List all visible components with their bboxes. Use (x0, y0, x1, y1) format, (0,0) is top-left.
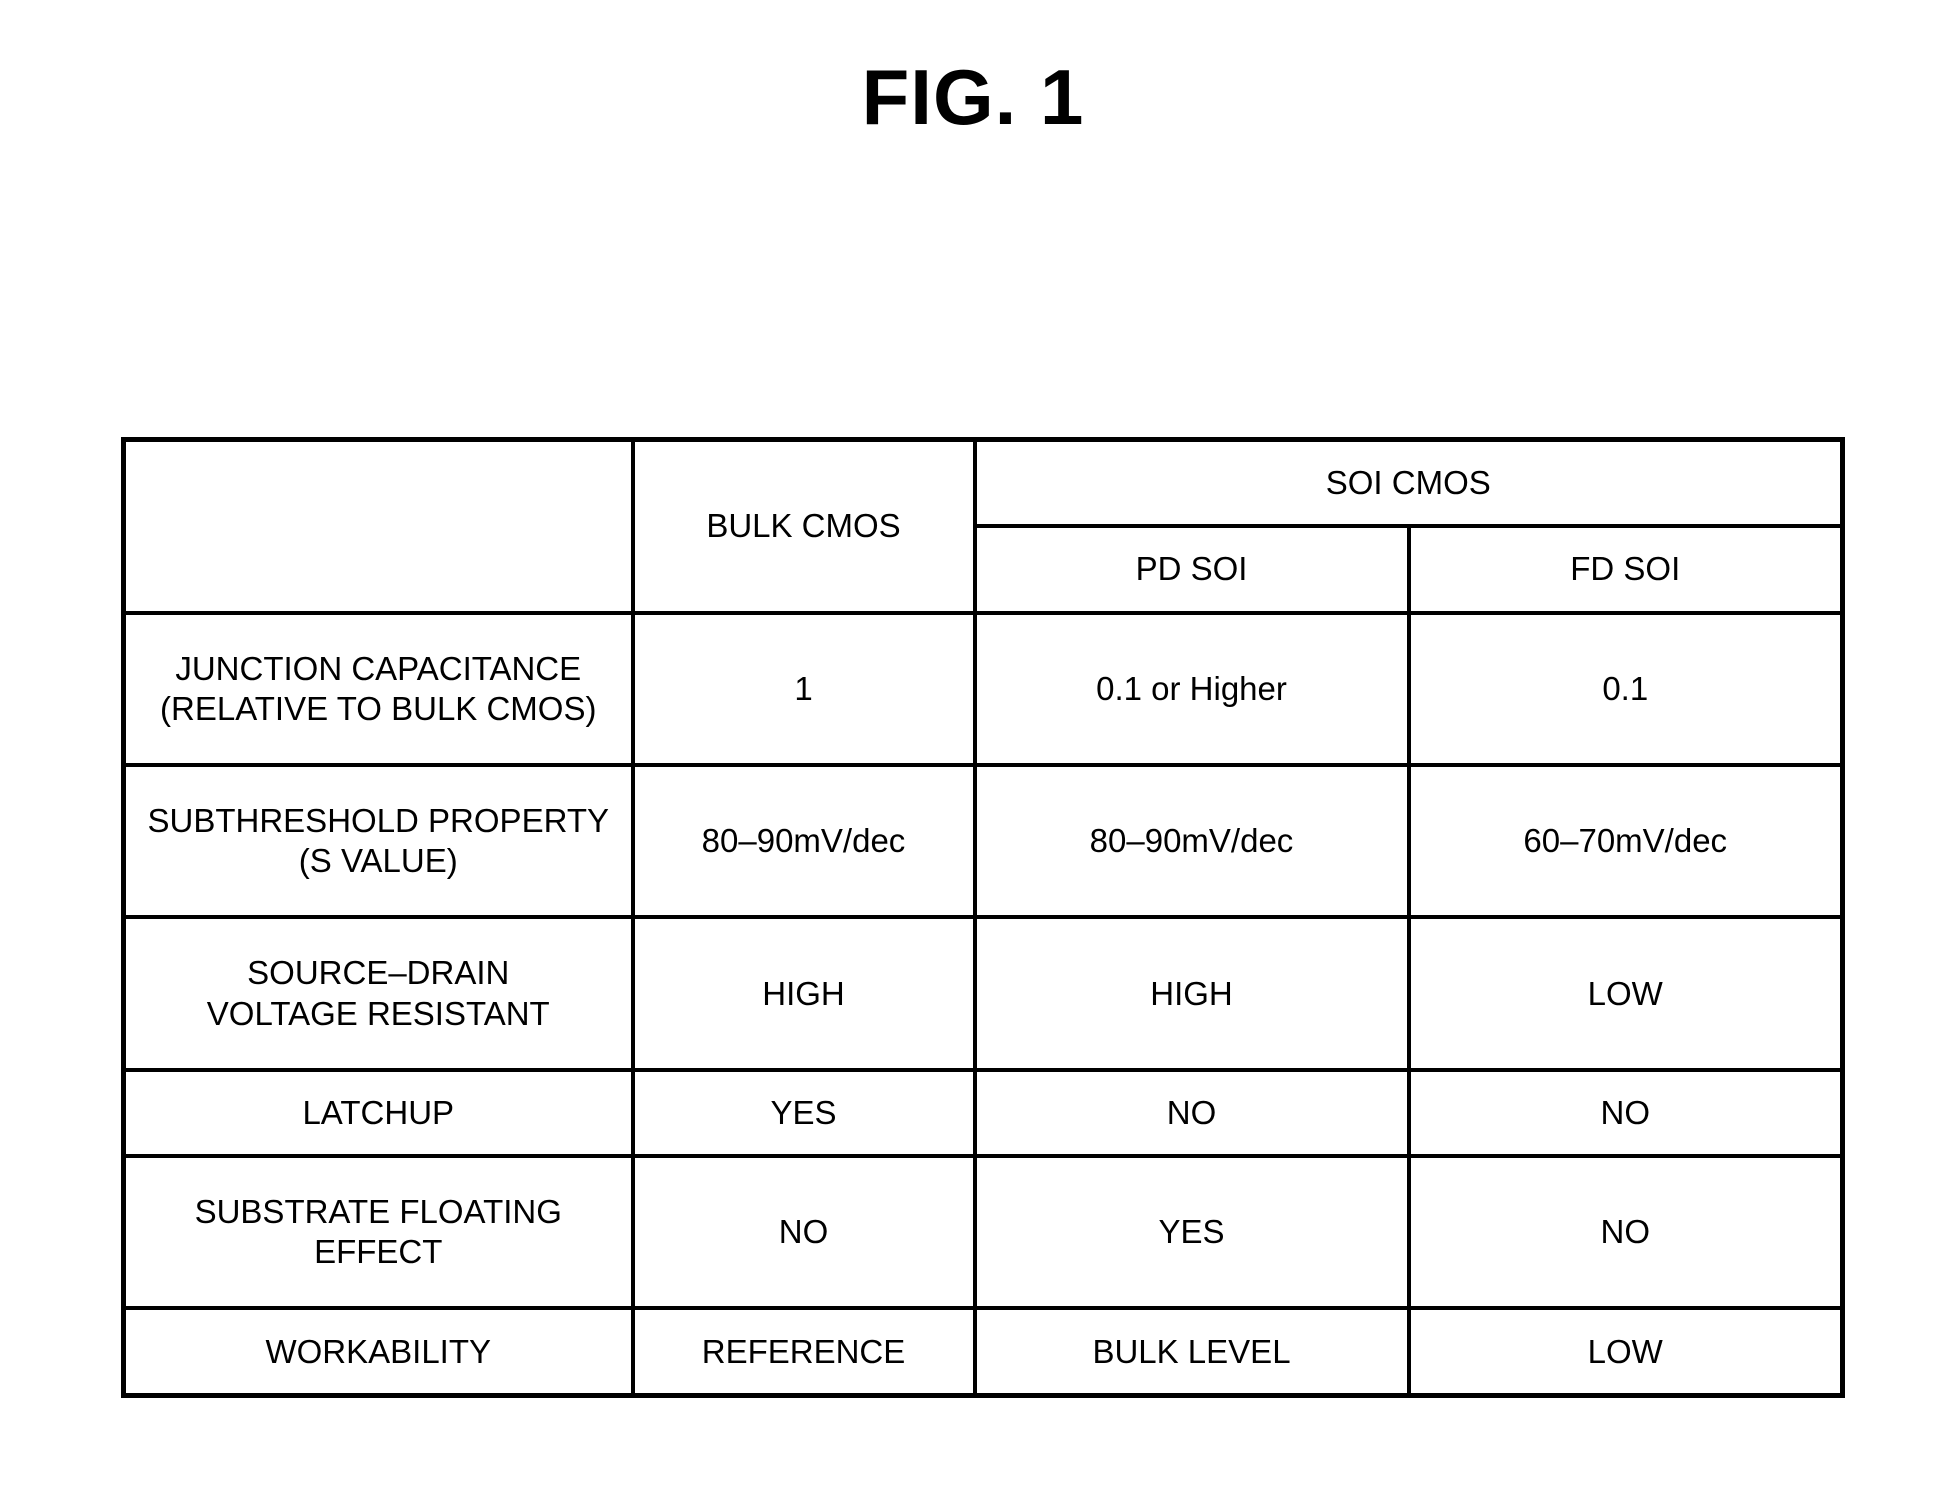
row-label-line-2: EFFECT (314, 1233, 443, 1271)
cell-latchup-pd: NO (972, 1067, 1411, 1159)
cell-substrate-floating-pd: YES (972, 1154, 1411, 1311)
column-header-fd-soi: FD SOI (1406, 524, 1845, 615)
row-label-source-drain-voltage-resistant: SOURCE‒DRAIN VOLTAGE RESISTANT (121, 915, 635, 1072)
row-label-subthreshold-property: SUBTHRESHOLD PROPERTY (S VALUE) (121, 762, 635, 920)
cell-latchup-fd: NO (1406, 1067, 1845, 1159)
table-row: LATCHUP YES NO NO (121, 1067, 1845, 1159)
cell-junction-capacitance-bulk: 1 (630, 610, 977, 768)
cell-subthreshold-fd: 60‒70mV/dec (1406, 762, 1845, 920)
cell-substrate-floating-bulk: NO (630, 1154, 977, 1311)
table-row: SUBSTRATE FLOATING EFFECT NO YES NO (121, 1154, 1845, 1311)
cell-source-drain-pd: HIGH (972, 915, 1411, 1072)
cell-workability-pd: BULK LEVEL (972, 1306, 1411, 1398)
table-header-row-1: BULK CMOS SOI CMOS (121, 437, 1845, 615)
table-row: SUBTHRESHOLD PROPERTY (S VALUE) 80‒90mV/… (121, 762, 1845, 920)
row-label-latchup: LATCHUP (121, 1067, 635, 1159)
cell-source-drain-bulk: HIGH (630, 915, 977, 1072)
column-header-pd-soi: PD SOI (972, 524, 1411, 615)
figure-title: FIG. 1 (861, 53, 1085, 141)
cmos-comparison-table: BULK CMOS SOI CMOS PD SOI FD SOI JUNCTIO… (121, 437, 1845, 1398)
cell-workability-bulk: REFERENCE (630, 1306, 977, 1398)
cell-subthreshold-pd: 80‒90mV/dec (972, 762, 1411, 920)
cell-latchup-bulk: YES (630, 1067, 977, 1159)
column-header-soi-cmos: SOI CMOS (972, 437, 1845, 529)
row-label-line-1: SUBSTRATE FLOATING (194, 1192, 562, 1230)
row-label-line-2: (S VALUE) (298, 842, 458, 880)
cell-subthreshold-bulk: 80‒90mV/dec (630, 762, 977, 920)
figure-page: FIG. 1 BULK CMOS SOI CMOS PD SOI FD SOI (0, 0, 1946, 1497)
cell-junction-capacitance-fd: 0.1 (1406, 610, 1845, 768)
row-label-junction-capacitance: JUNCTION CAPACITANCE (RELATIVE TO BULK C… (121, 610, 635, 768)
table-row: JUNCTION CAPACITANCE (RELATIVE TO BULK C… (121, 610, 1845, 768)
row-label-line-1: SUBTHRESHOLD PROPERTY (147, 801, 609, 839)
cell-source-drain-fd: LOW (1406, 915, 1845, 1072)
table-corner-cell (121, 437, 635, 615)
row-label-line-2: (RELATIVE TO BULK CMOS) (160, 689, 597, 727)
row-label-line-1: WORKABILITY (265, 1332, 492, 1370)
column-header-bulk-cmos: BULK CMOS (630, 437, 977, 615)
cell-junction-capacitance-pd: 0.1 or Higher (972, 610, 1411, 768)
comparison-table-container: BULK CMOS SOI CMOS PD SOI FD SOI JUNCTIO… (121, 437, 1845, 1398)
row-label-workability: WORKABILITY (121, 1306, 635, 1398)
table-row: WORKABILITY REFERENCE BULK LEVEL LOW (121, 1306, 1845, 1398)
row-label-line-1: SOURCE‒DRAIN (247, 954, 510, 992)
row-label-line-1: JUNCTION CAPACITANCE (175, 649, 582, 687)
row-label-line-1: LATCHUP (302, 1093, 455, 1131)
table-row: SOURCE‒DRAIN VOLTAGE RESISTANT HIGH HIGH… (121, 915, 1845, 1072)
row-label-substrate-floating-effect: SUBSTRATE FLOATING EFFECT (121, 1154, 635, 1311)
row-label-line-2: VOLTAGE RESISTANT (206, 994, 550, 1032)
cell-substrate-floating-fd: NO (1406, 1154, 1845, 1311)
cell-workability-fd: LOW (1406, 1306, 1845, 1398)
